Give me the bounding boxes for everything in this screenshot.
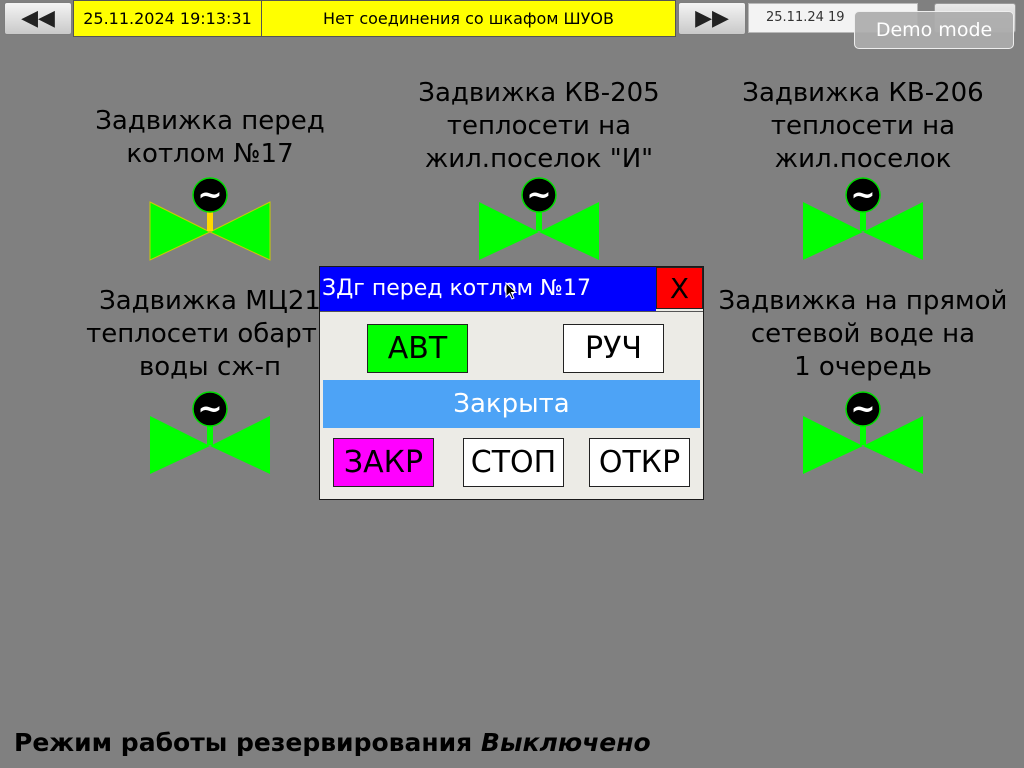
valve-status-bar: Закрыта — [323, 380, 700, 428]
label-line: Задвижка перед — [95, 106, 325, 136]
close-icon: X — [669, 271, 690, 305]
label-line: сетевой воде на — [750, 319, 976, 349]
manual-mode-button[interactable]: РУЧ — [563, 324, 664, 373]
label-line: Задвижка КВ-206 — [742, 78, 984, 108]
valve-label-1: Задвижка перед котлом №17 — [50, 105, 370, 171]
label-line: теплосети на — [770, 111, 956, 141]
stop-button[interactable]: СТОП — [463, 438, 564, 487]
tilde-symbol: ~ — [850, 178, 875, 213]
double-left-arrow-icon: ◀◀ — [21, 6, 55, 31]
label-line: жил.поселок "И" — [424, 144, 654, 174]
auto-mode-button[interactable]: АВТ — [367, 324, 468, 373]
valve-icon-1[interactable]: ~ — [149, 176, 271, 262]
label-line: котлом №17 — [126, 139, 294, 169]
valve-icon-3[interactable]: ~ — [802, 176, 924, 262]
valve-icon-5[interactable]: ~ — [802, 390, 924, 476]
connection-message: Нет соединения со шкафом ШУОВ — [261, 0, 676, 37]
label-line: жил.поселок — [774, 144, 952, 174]
close-button[interactable]: X — [656, 267, 703, 309]
tilde-symbol: ~ — [197, 392, 222, 427]
title-divider — [320, 311, 703, 312]
dialog-title: ЗДг перед котлом №17 — [320, 267, 656, 311]
tilde-symbol: ~ — [526, 178, 551, 213]
redundancy-mode-value: Выключено — [480, 728, 651, 757]
valve-label-5: Задвижка на прямой сетевой воде на 1 оче… — [703, 285, 1023, 384]
mouse-cursor-icon — [505, 282, 518, 300]
tilde-symbol: ~ — [850, 392, 875, 427]
valve-icon-2[interactable]: ~ — [478, 176, 600, 262]
tilde-symbol: ~ — [197, 178, 222, 213]
redundancy-mode-label: Режим работы резервирования — [14, 728, 481, 757]
double-right-arrow-icon: ▶▶ — [695, 6, 729, 31]
valve-label-2: Задвижка КВ-205 теплосети на жил.поселок… — [379, 77, 699, 176]
label-line: 1 очередь — [794, 352, 932, 382]
datetime-display: 25.11.2024 19:13:31 — [73, 0, 262, 37]
label-line: теплосети на — [446, 111, 632, 141]
valve-icon-4[interactable]: ~ — [149, 390, 271, 476]
label-line: Задвижка на прямой — [718, 286, 1008, 316]
back-button[interactable]: ◀◀ — [4, 2, 72, 35]
open-valve-button[interactable]: ОТКР — [589, 438, 690, 487]
valve-control-dialog: ЗДг перед котлом №17 X АВТ РУЧ Закрыта З… — [319, 266, 704, 500]
demo-mode-badge: Demo mode — [854, 11, 1014, 49]
close-valve-button[interactable]: ЗАКР — [333, 438, 434, 487]
label-line: Задвижка КВ-205 — [418, 78, 660, 108]
redundancy-mode-status: Режим работы резервирования Выключено — [14, 728, 651, 757]
forward-button[interactable]: ▶▶ — [678, 2, 746, 35]
valve-label-3: Задвижка КВ-206 теплосети на жил.поселок — [703, 77, 1023, 176]
